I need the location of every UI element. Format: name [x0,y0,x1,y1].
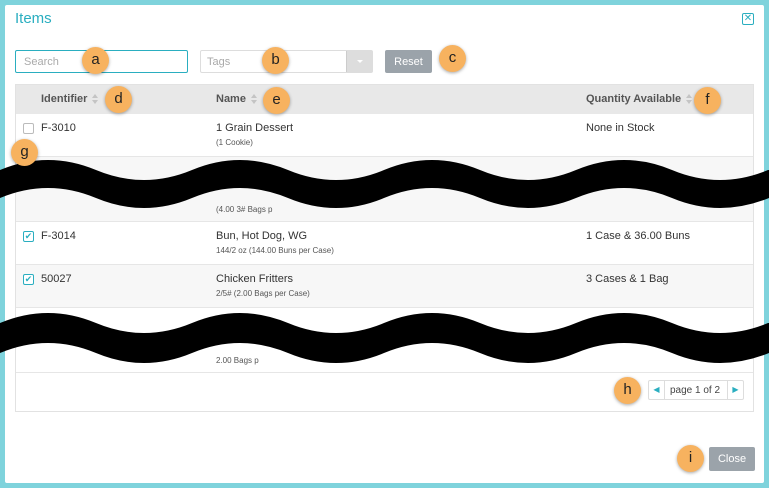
item-quantity: 3 Cases & 1 Bag [586,273,669,285]
items-dialog: Items ✕ Tags Reset Identifier Name Quant… [5,5,764,483]
row-checkbox[interactable] [23,123,34,134]
close-icon[interactable]: ✕ [742,13,754,25]
column-header-identifier[interactable]: Identifier [41,93,99,105]
callout-d: d [105,86,132,113]
item-pack-size: (1 Cookie) [216,138,253,147]
sort-icon[interactable] [686,94,693,105]
item-name-text: Bun, Hot Dog, WG [216,230,308,242]
callout-b: b [262,47,289,74]
callout-h: h [614,377,641,404]
chevron-right-icon[interactable]: ▶ [727,381,743,399]
page-indicator: page 1 of 2 [670,385,721,396]
callout-f: f [694,87,721,114]
table-row[interactable]: ✔ F-3014 Bun, Hot Dog, WG 144/2 oz (144.0… [16,222,753,265]
close-button[interactable]: Close [709,447,755,471]
item-identifier: 50027 [41,273,72,285]
reset-button[interactable]: Reset [385,50,432,73]
item-pack-size: 144/2 oz (144.00 Buns per Case) [216,246,334,255]
callout-c: c [439,45,466,72]
item-quantity: 1 Case & 36.00 Buns [586,230,690,242]
redaction-wave-bottom [0,313,769,363]
chevron-down-icon[interactable] [346,51,372,72]
table-row[interactable]: ✔ 50027 Chicken Fritters 2/5# (2.00 Bags … [16,265,753,308]
tags-placeholder: Tags [207,56,231,68]
row-checkbox[interactable]: ✔ [23,274,34,285]
column-header-quantity[interactable]: Quantity Available [586,93,693,105]
column-header-label: Identifier [41,93,88,105]
item-name: Bun, Hot Dog, WG 144/2 oz (144.00 Buns pe… [216,230,334,255]
item-identifier: F-3014 [41,230,76,242]
callout-g: g [11,139,38,166]
item-name-text: 1 Grain Dessert [216,122,294,134]
pagination: ◀ page 1 of 2 ▶ [648,380,744,400]
sort-icon[interactable] [92,94,99,105]
item-name: Chicken Fritters 2/5# (2.00 Bags per Case… [216,273,310,298]
sort-icon[interactable] [250,94,258,105]
column-header-name[interactable]: Name [216,93,258,105]
column-header-label: Name [216,93,246,105]
item-quantity: None in Stock [586,122,655,134]
row-checkbox[interactable]: ✔ [23,231,34,242]
item-pack-size: 2/5# (2.00 Bags per Case) [216,289,310,298]
callout-i: i [677,445,704,472]
chevron-left-icon[interactable]: ◀ [649,381,665,399]
item-identifier: F-3010 [41,122,76,134]
redaction-wave-top [0,160,769,208]
callout-e: e [263,87,290,114]
item-name: 1 Grain Dessert (1 Cookie) [216,122,293,147]
dialog-title: Items [15,10,52,27]
callout-a: a [82,47,109,74]
column-header-label: Quantity Available [586,93,682,105]
item-name-text: Chicken Fritters [216,273,294,285]
